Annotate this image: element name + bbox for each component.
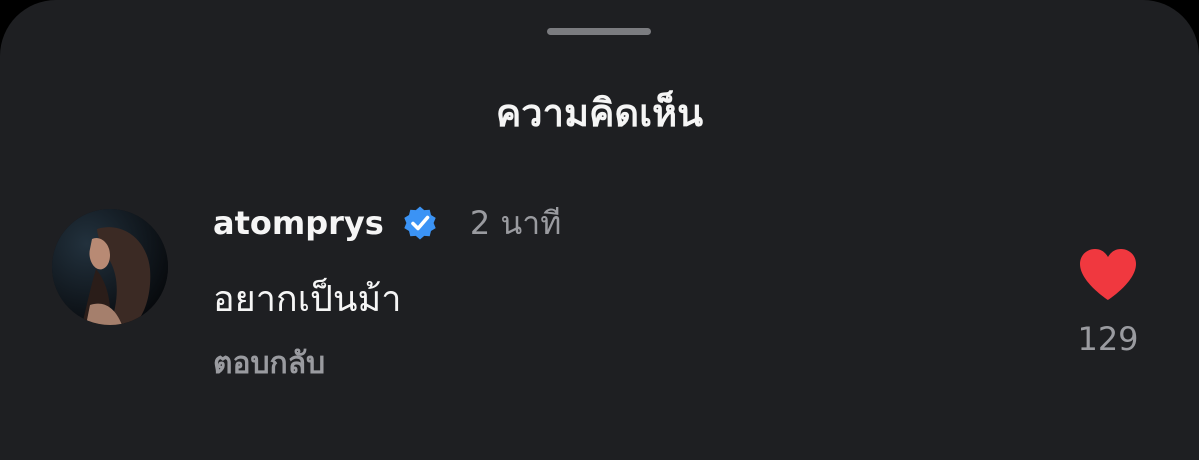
verified-badge-icon — [404, 206, 436, 240]
comments-sheet: ความคิดเห็น atomprys 2 นาที อยากเป็นม้า … — [0, 0, 1199, 460]
comment-time: 2 นาที — [469, 203, 562, 242]
avatar-image — [52, 209, 168, 325]
reply-button[interactable]: ตอบกลับ — [213, 340, 325, 387]
like-count: 129 — [1077, 320, 1139, 358]
comment-text: อยากเป็นม้า — [213, 279, 402, 320]
comment-username[interactable]: atomprys — [213, 204, 384, 242]
avatar[interactable] — [52, 209, 168, 325]
drag-handle[interactable] — [547, 28, 651, 35]
heart-icon[interactable] — [1078, 248, 1138, 302]
comment-header: atomprys 2 นาที — [213, 199, 561, 247]
sheet-title: ความคิดเห็น — [495, 91, 704, 135]
